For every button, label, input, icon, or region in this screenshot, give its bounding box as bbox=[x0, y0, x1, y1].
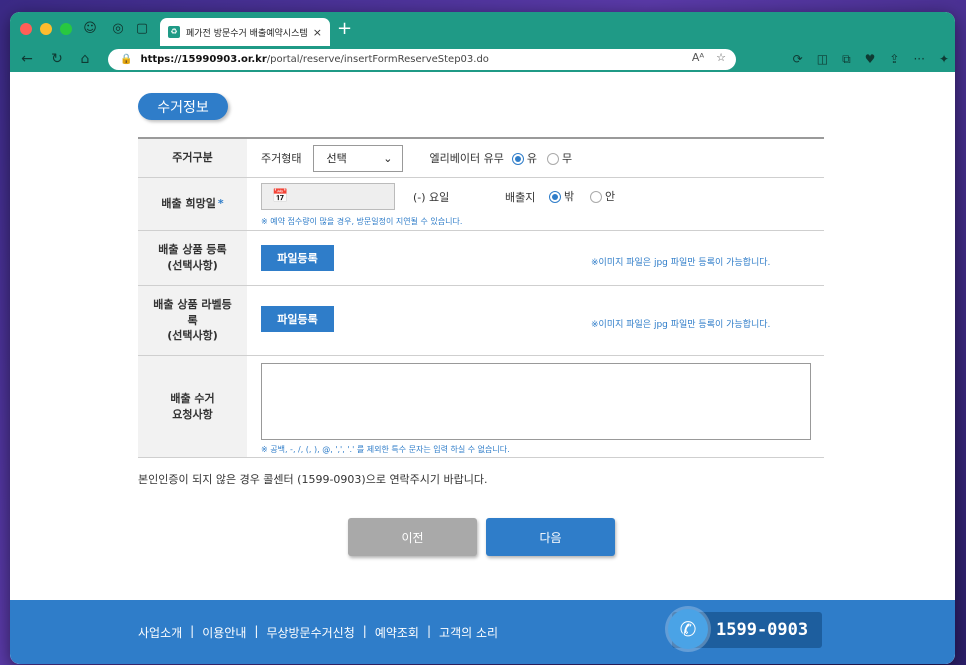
label-product-register: 배출 상품 등록 bbox=[158, 243, 227, 257]
next-button[interactable]: 다음 bbox=[486, 518, 615, 556]
location-outside-label: 밖 bbox=[564, 190, 575, 203]
housing-type-label: 주거형태 bbox=[261, 152, 302, 165]
close-window-icon[interactable] bbox=[20, 23, 32, 35]
tab-active[interactable]: ♻ 폐가전 방문수거 배출예약시스템 × bbox=[160, 18, 330, 46]
call-center-number: 1599-0903 bbox=[716, 620, 809, 640]
product-file-note: ※이미지 파일은 jpg 파일만 등록이 가능합니다. bbox=[591, 258, 771, 268]
footer-separator: | bbox=[254, 624, 259, 638]
collection-form: 주거구분 주거형태 선택 ⌄ 엘리베이터 유무 유 무 배출 희망일 * 📅 (… bbox=[138, 137, 824, 458]
tab-close-icon[interactable]: × bbox=[313, 26, 322, 39]
refresh-icon[interactable]: ↻ bbox=[48, 50, 66, 68]
label-request-cont: 요청사항 bbox=[172, 407, 213, 421]
request-textarea[interactable] bbox=[261, 363, 811, 440]
more-menu-icon[interactable]: ··· bbox=[913, 50, 924, 68]
label-label-register: 배출 상품 라벨등 bbox=[153, 297, 232, 311]
tab-actions-icon[interactable]: ▢ bbox=[134, 21, 150, 37]
browser-window: ☺ ◎ ▢ ♻ 폐가전 방문수거 배출예약시스템 × + ← ↻ ⌂ 🔒 htt… bbox=[10, 12, 955, 664]
location-inside-label: 안 bbox=[605, 190, 616, 203]
row-label-register: 배출 상품 라벨등 록 (선택사항) 파일등록 ※이미지 파일은 jpg 파일만… bbox=[138, 286, 824, 356]
site-favicon-icon: ♻ bbox=[168, 26, 180, 38]
tab-bar: ☺ ◎ ▢ ♻ 폐가전 방문수거 배출예약시스템 × + bbox=[10, 12, 955, 46]
call-center-badge: ✆ 1599-0903 bbox=[668, 609, 822, 649]
label-request: 배출 수거 bbox=[170, 391, 215, 405]
url-host: https://15990903.or.kr bbox=[140, 54, 267, 65]
row-request: 배출 수거 요청사항 ※ 공백, -, /, (, ), @, ',', '.'… bbox=[138, 356, 824, 458]
housing-type-select[interactable]: 선택 ⌄ bbox=[313, 144, 404, 172]
elevator-yes-radio[interactable] bbox=[511, 153, 524, 165]
footer-separator: | bbox=[362, 624, 367, 638]
row-collection-type: 주거구분 주거형태 선택 ⌄ 엘리베이터 유무 유 무 bbox=[138, 139, 824, 178]
location-label: 배출지 bbox=[505, 191, 536, 204]
tab-title: 폐가전 방문수거 배출예약시스템 bbox=[186, 28, 308, 39]
split-screen-icon[interactable]: ◫ bbox=[817, 50, 828, 68]
read-aloud-icon[interactable]: Aᴬ bbox=[692, 51, 704, 64]
footer-link-about[interactable]: 사업소개 bbox=[138, 624, 182, 641]
profile-avatar-icon[interactable]: ☺ bbox=[82, 21, 98, 37]
window-controls bbox=[20, 23, 72, 35]
request-note: ※ 공백, -, /, (, ), @, ',', '.' 를 제외한 특수 문… bbox=[261, 445, 510, 454]
footer-nav: 사업소개 | 이용안내 | 무상방문수거신청 | 예약조회 | 고객의 소리 bbox=[138, 624, 498, 641]
phone-icon: ✆ bbox=[668, 609, 708, 649]
footer-separator: | bbox=[190, 624, 195, 638]
footer-link-guide[interactable]: 이용안내 bbox=[202, 624, 246, 641]
elevator-label: 엘리베이터 유무 bbox=[429, 152, 504, 165]
address-bar[interactable]: 🔒 https://15990903.or.kr /portal/reserve… bbox=[108, 49, 736, 70]
label-product-register-optional: (선택사항) bbox=[167, 259, 218, 272]
footer-link-apply[interactable]: 무상방문수거신청 bbox=[266, 624, 354, 641]
label-file-note: ※이미지 파일은 jpg 파일만 등록이 가능합니다. bbox=[591, 320, 771, 330]
row-desired-date: 배출 희망일 * 📅 (-) 요일 배출지 밖 안 ※ 예약 접수량이 많을 경우… bbox=[138, 178, 824, 231]
url-path: /portal/reserve/insertFormReserveStep03.… bbox=[266, 54, 489, 65]
footer-link-lookup[interactable]: 예약조회 bbox=[375, 624, 419, 641]
housing-type-value: 선택 bbox=[326, 152, 347, 165]
toolbar-icons: ⟳ ◫ ⧉ ♥ ⇪ ··· ✦ bbox=[793, 50, 949, 68]
location-outside-radio[interactable] bbox=[549, 191, 561, 203]
home-icon[interactable]: ⌂ bbox=[76, 50, 94, 68]
verification-notice: 본인인증이 되지 않은 경우 콜센터 (1599-0903)으로 연락주시기 바… bbox=[138, 473, 488, 486]
footer-separator: | bbox=[426, 624, 432, 638]
workspaces-icon[interactable]: ◎ bbox=[110, 21, 126, 37]
address-bar-icons: Aᴬ ☆ bbox=[692, 51, 726, 64]
collections-icon[interactable]: ⧉ bbox=[842, 50, 851, 68]
elevator-no-label: 무 bbox=[561, 152, 573, 165]
elevator-yes-label: 유 bbox=[526, 152, 537, 165]
label-label-register-optional: (선택사항) bbox=[167, 329, 218, 343]
share-icon[interactable]: ⇪ bbox=[889, 50, 899, 68]
extensions-icon[interactable]: ⟳ bbox=[793, 50, 803, 68]
label-file-upload-button[interactable]: 파일등록 bbox=[261, 306, 334, 332]
date-input[interactable]: 📅 bbox=[261, 183, 395, 210]
copilot-icon[interactable]: ✦ bbox=[939, 50, 949, 68]
maximize-window-icon[interactable] bbox=[60, 23, 72, 35]
location-inside-radio[interactable] bbox=[590, 191, 602, 203]
lock-icon: 🔒 bbox=[120, 54, 133, 65]
page-content: 수거정보 주거구분 주거형태 선택 ⌄ 엘리베이터 유무 유 무 배출 희망일 … bbox=[10, 72, 955, 664]
chevron-down-icon: ⌄ bbox=[383, 151, 393, 165]
address-bar-row: ← ↻ ⌂ 🔒 https://15990903.or.kr /portal/r… bbox=[10, 46, 955, 72]
date-note: ※ 예약 접수량이 많을 경우, 방문일정이 지연될 수 있습니다. bbox=[261, 217, 463, 226]
minimize-window-icon[interactable] bbox=[40, 23, 52, 35]
product-file-upload-button[interactable]: 파일등록 bbox=[261, 245, 334, 271]
favorite-star-icon[interactable]: ☆ bbox=[716, 51, 726, 64]
section-title: 수거정보 bbox=[138, 93, 228, 120]
footer-link-voice[interactable]: 고객의 소리 bbox=[439, 624, 498, 641]
prev-button[interactable]: 이전 bbox=[348, 518, 477, 556]
row-product-register: 배출 상품 등록 (선택사항) 파일등록 ※이미지 파일은 jpg 파일만 등록… bbox=[138, 231, 824, 286]
weekday-label: (-) 요일 bbox=[413, 191, 450, 204]
footer: 사업소개 | 이용안내 | 무상방문수거신청 | 예약조회 | 고객의 소리 ✆… bbox=[10, 600, 955, 664]
label-label-register-cont: 록 bbox=[187, 313, 198, 327]
label-collection-type: 주거구분 bbox=[138, 139, 247, 177]
performance-icon[interactable]: ♥ bbox=[865, 50, 876, 68]
elevator-no-radio[interactable] bbox=[546, 153, 559, 165]
required-mark: * bbox=[217, 197, 224, 211]
back-icon[interactable]: ← bbox=[18, 50, 36, 68]
new-tab-button[interactable]: + bbox=[337, 20, 352, 38]
label-desired-date: 배출 희망일 bbox=[161, 197, 216, 211]
calendar-icon[interactable]: 📅 bbox=[272, 189, 288, 204]
